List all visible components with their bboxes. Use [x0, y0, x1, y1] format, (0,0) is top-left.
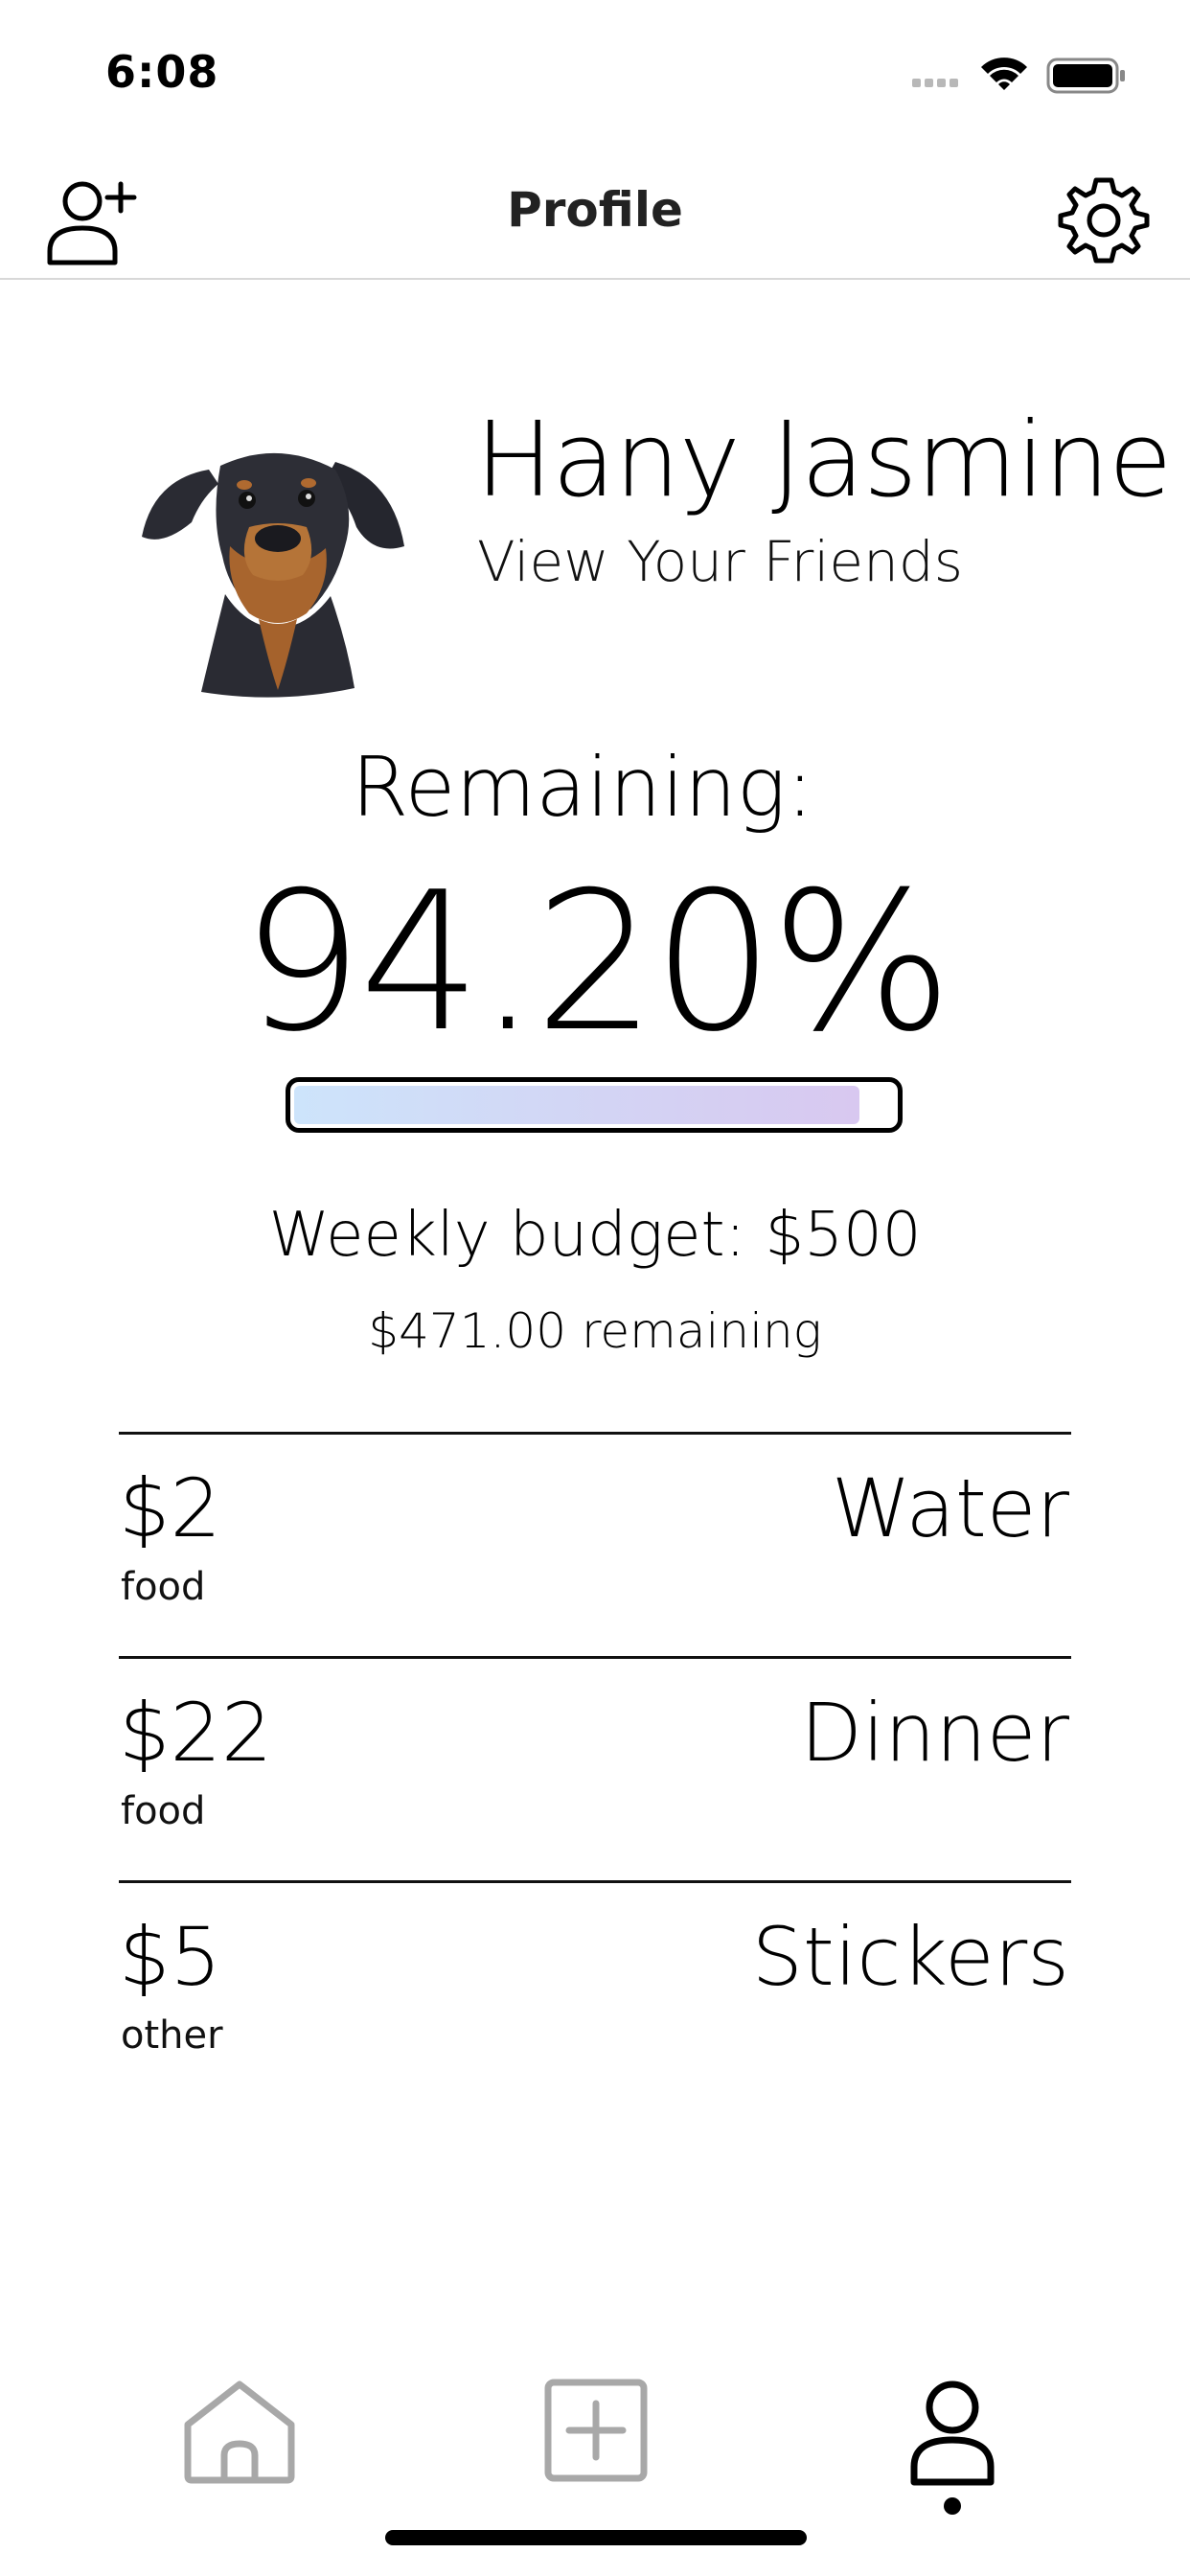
user-name: Hany Jasmine — [475, 401, 1172, 520]
weekly-budget: Weekly budget: $500 — [268, 1200, 922, 1271]
tab-add[interactable] — [529, 2367, 663, 2501]
home-indicator[interactable] — [385, 2530, 807, 2545]
transaction-row[interactable]: $22 food Dinner — [119, 1656, 1071, 1880]
transaction-list: $2 food Water $22 food Dinner $5 other S… — [119, 1432, 1071, 2104]
tab-profile[interactable] — [885, 2367, 1019, 2501]
transaction-name: Water — [831, 1461, 1069, 1555]
remaining-amount: $471.00 remaining — [368, 1303, 822, 1359]
add-square-icon — [544, 2379, 648, 2482]
remaining-percent: 94.20% — [240, 851, 953, 1074]
transaction-amount: $2 — [119, 1461, 221, 1555]
transaction-name: Stickers — [751, 1910, 1069, 2004]
transaction-category: food — [121, 1565, 206, 1609]
transaction-amount: $22 — [119, 1686, 273, 1780]
settings-button[interactable] — [1056, 172, 1152, 268]
page-title: Profile — [507, 182, 683, 238]
budget-progress-bar — [286, 1077, 903, 1133]
gear-icon — [1058, 177, 1150, 264]
profile-icon — [910, 2380, 995, 2486]
avatar[interactable] — [134, 431, 422, 700]
transaction-name: Dinner — [800, 1686, 1069, 1780]
remaining-label: Remaining: — [351, 740, 814, 836]
transaction-row[interactable]: $2 food Water — [119, 1432, 1071, 1656]
status-time: 6:08 — [105, 46, 219, 98]
battery-icon — [1046, 58, 1125, 94]
transaction-category: food — [121, 1789, 206, 1833]
home-icon — [184, 2380, 295, 2484]
cellular-signal-icon — [912, 79, 958, 87]
status-icons — [912, 50, 1133, 98]
tab-home[interactable] — [172, 2367, 307, 2501]
wifi-icon — [981, 58, 1027, 90]
transaction-row[interactable]: $5 other Stickers — [119, 1880, 1071, 2104]
nav-bar: Profile — [0, 153, 1190, 280]
view-friends-link[interactable]: View Your Friends — [477, 529, 963, 594]
dog-avatar-image — [142, 452, 404, 698]
transaction-amount: $5 — [119, 1910, 221, 2004]
budget-progress-fill — [294, 1086, 859, 1124]
active-tab-indicator — [944, 2497, 961, 2515]
transaction-category: other — [121, 2013, 223, 2058]
